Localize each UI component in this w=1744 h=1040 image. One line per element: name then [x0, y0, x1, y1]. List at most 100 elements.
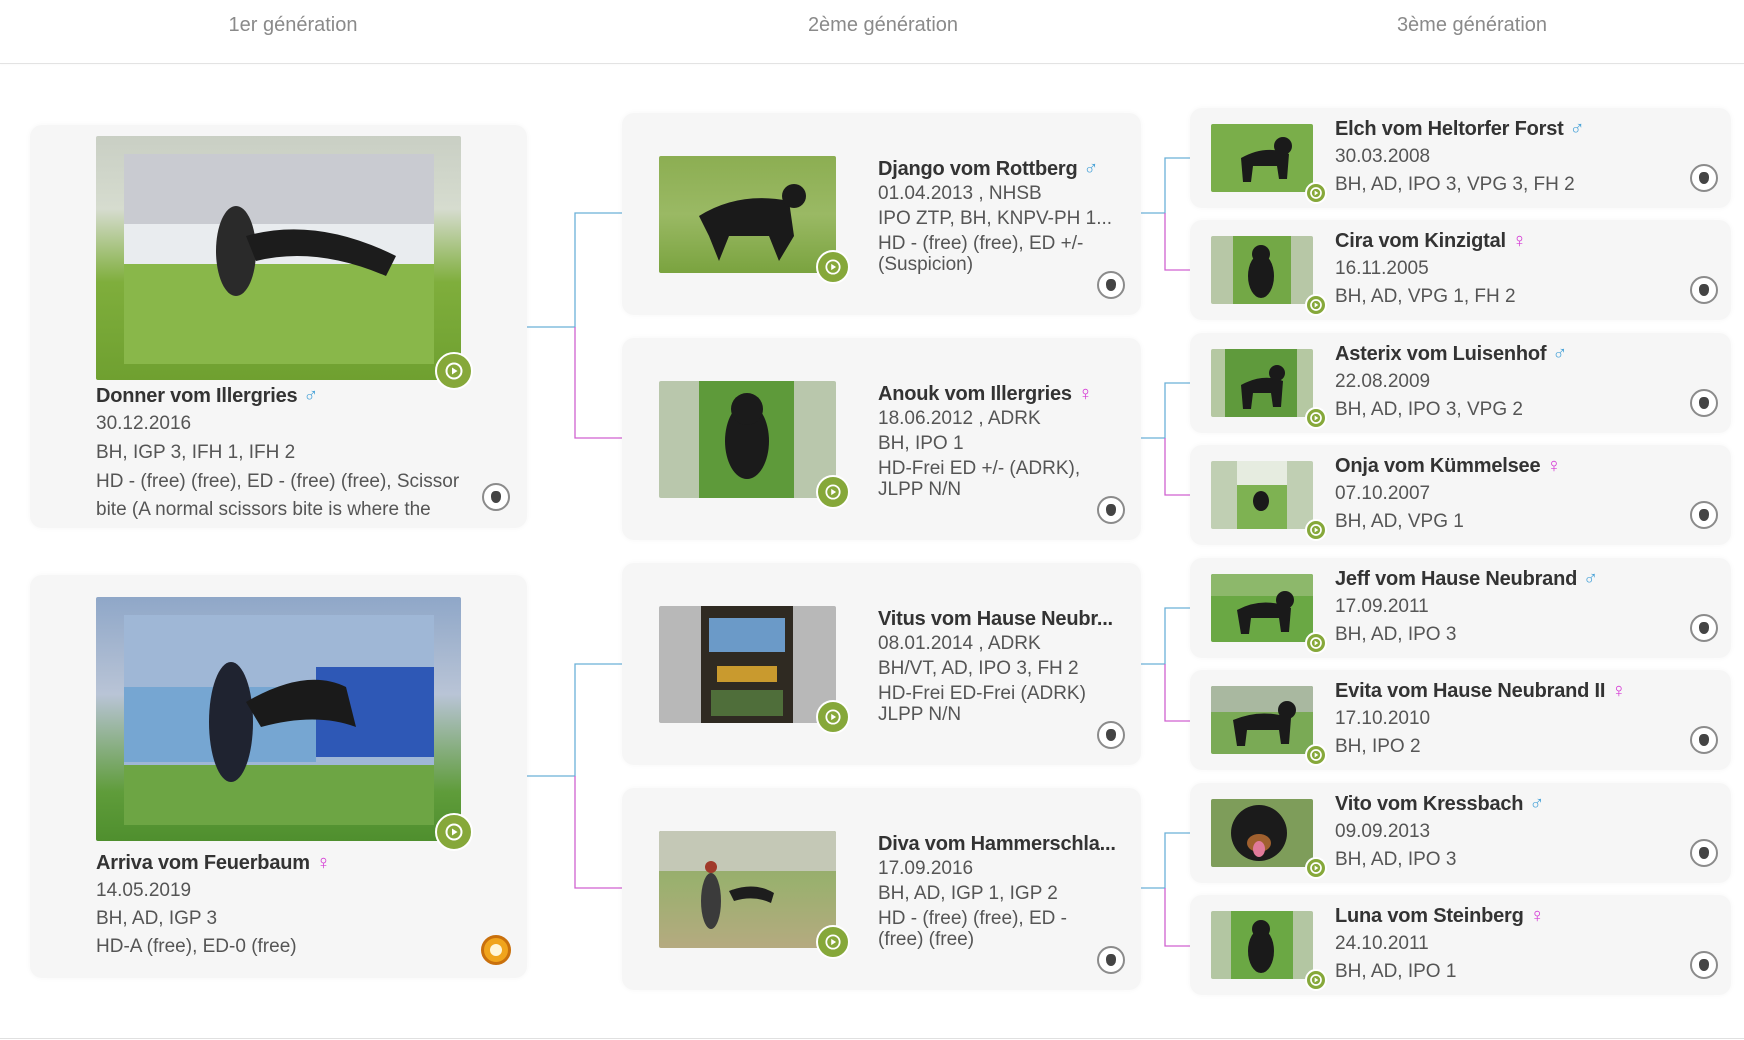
- dog-photo[interactable]: [1211, 461, 1313, 529]
- dog-photo[interactable]: [659, 381, 836, 498]
- dog-birthdate: 09.09.2013: [1335, 821, 1431, 842]
- play-video-button[interactable]: [1305, 407, 1327, 429]
- breed-club-seal-icon: [1097, 496, 1125, 524]
- dog-card-dam[interactable]: Arriva vom Feuerbaum ♀ 14.05.2019 BH, AD,…: [30, 575, 527, 978]
- dog-card-gen3-6[interactable]: Evita vom Hause Neubrand II ♀ 17.10.2010 …: [1190, 670, 1731, 770]
- dog-name[interactable]: Jeff vom Hause Neubrand ♂: [1335, 568, 1598, 591]
- dog-photo[interactable]: [1211, 124, 1313, 192]
- dog-photo[interactable]: [1211, 686, 1313, 754]
- dog-name[interactable]: Vitus vom Hause Neubr...: [878, 608, 1113, 631]
- dog-card-gen3-8[interactable]: Luna vom Steinberg ♀ 24.10.2011 BH, AD, I…: [1190, 895, 1731, 995]
- dog-titles: BH, AD, VPG 1, FH 2: [1335, 286, 1516, 307]
- dog-photo-image: [699, 381, 794, 498]
- dog-health: HD - (free) (free), ED - (free) (free), …: [96, 471, 460, 520]
- dog-card-gen3-7[interactable]: Vito vom Kressbach ♂ 09.09.2013 BH, AD, I…: [1190, 783, 1731, 883]
- dog-health: HD-A (free), ED-0 (free): [96, 936, 297, 957]
- dog-photo-image: [1233, 236, 1291, 304]
- male-icon: ♂: [303, 385, 319, 407]
- dog-birthdate: 30.03.2008: [1335, 146, 1431, 167]
- medal-icon: [481, 935, 511, 965]
- dog-photo[interactable]: [659, 156, 836, 273]
- play-video-button[interactable]: [1305, 294, 1327, 316]
- play-video-button[interactable]: [1305, 744, 1327, 766]
- dog-name[interactable]: Cira vom Kinzigtal ♀: [1335, 230, 1527, 253]
- play-video-button[interactable]: [816, 925, 850, 959]
- dog-birthdate: 16.11.2005: [1335, 258, 1429, 279]
- female-icon: ♀: [1511, 230, 1527, 252]
- play-icon: [825, 934, 841, 950]
- dog-name[interactable]: Asterix vom Luisenhof ♂: [1335, 343, 1567, 366]
- dog-photo-image: [1211, 686, 1313, 746]
- dog-name[interactable]: Evita vom Hause Neubrand II ♀: [1335, 680, 1626, 703]
- dog-photo[interactable]: [1211, 799, 1313, 867]
- play-icon: [1310, 412, 1322, 424]
- dog-card-gen3-3[interactable]: Asterix vom Luisenhof ♂ 22.08.2009 BH, AD…: [1190, 333, 1731, 433]
- dog-health: HD - (free) (free), ED - (free) (free): [878, 908, 1067, 950]
- dog-card-gen2-3[interactable]: Vitus vom Hause Neubr... 08.01.2014 , AD…: [622, 563, 1141, 765]
- play-video-button[interactable]: [435, 813, 473, 851]
- dog-titles: BH, IGP 3, IFH 1, IFH 2: [96, 442, 296, 463]
- dog-name[interactable]: Onja vom Kümmelsee ♀: [1335, 455, 1561, 478]
- dog-name[interactable]: Donner vom Illergries ♂: [96, 385, 318, 408]
- dog-titles: BH, AD, VPG 1: [1335, 511, 1464, 532]
- dog-card-gen2-4[interactable]: Diva vom Hammerschla... 17.09.2016 BH, A…: [622, 788, 1141, 990]
- dog-titles: BH, AD, IPO 3: [1335, 849, 1457, 870]
- breed-club-seal-icon: [1690, 726, 1718, 754]
- play-icon: [1310, 637, 1322, 649]
- dog-photo[interactable]: [659, 831, 836, 948]
- dog-photo[interactable]: [96, 597, 461, 841]
- play-video-button[interactable]: [1305, 969, 1327, 991]
- breed-club-seal-icon: [1097, 721, 1125, 749]
- play-video-button[interactable]: [1305, 857, 1327, 879]
- play-video-button[interactable]: [1305, 182, 1327, 204]
- dog-titles: BH, IPO 2: [1335, 736, 1421, 757]
- breed-club-seal-icon: [482, 483, 510, 511]
- dog-titles: BH, AD, IGP 3: [96, 908, 218, 929]
- dog-photo[interactable]: [1211, 349, 1313, 417]
- dog-birthdate: 30.12.2016: [96, 413, 192, 434]
- dog-name[interactable]: Luna vom Steinberg ♀: [1335, 905, 1545, 928]
- dog-card-gen3-1[interactable]: Elch vom Heltorfer Forst ♂ 30.03.2008 BH,…: [1190, 108, 1731, 208]
- dog-card-gen3-2[interactable]: Cira vom Kinzigtal ♀ 16.11.2005 BH, AD, V…: [1190, 220, 1731, 320]
- male-icon: ♂: [1583, 568, 1598, 590]
- dog-birthdate: 24.10.2011: [1335, 933, 1429, 954]
- dog-birthdate: 01.04.2013 , NHSB: [878, 183, 1042, 204]
- dog-photo[interactable]: [1211, 574, 1313, 642]
- dog-name[interactable]: Diva vom Hammerschla...: [878, 833, 1116, 856]
- male-icon: ♂: [1529, 793, 1545, 815]
- dog-photo-image: [124, 615, 434, 825]
- play-icon: [825, 484, 841, 500]
- dog-name[interactable]: Elch vom Heltorfer Forst ♂: [1335, 118, 1585, 141]
- dog-name[interactable]: Vito vom Kressbach ♂: [1335, 793, 1544, 816]
- dog-name[interactable]: Arriva vom Feuerbaum ♀: [96, 852, 331, 875]
- dog-photo[interactable]: [1211, 236, 1313, 304]
- breed-club-seal-icon: [1690, 276, 1718, 304]
- dog-photo[interactable]: [659, 606, 836, 723]
- dog-photo[interactable]: [1211, 911, 1313, 979]
- play-video-button[interactable]: [816, 700, 850, 734]
- play-video-button[interactable]: [1305, 632, 1327, 654]
- female-icon: ♀: [1611, 680, 1627, 702]
- dog-card-gen2-1[interactable]: Django vom Rottberg ♂ 01.04.2013 , NHSB I…: [622, 113, 1141, 315]
- dog-photo-image: [699, 184, 806, 261]
- play-icon: [825, 259, 841, 275]
- play-video-button[interactable]: [1305, 519, 1327, 541]
- dog-name[interactable]: Django vom Rottberg ♂: [878, 158, 1099, 181]
- dog-titles: BH, AD, IPO 3: [1335, 624, 1457, 645]
- male-icon: ♂: [1552, 343, 1568, 365]
- dog-photo[interactable]: [96, 136, 461, 380]
- dog-titles: IPO ZTP, BH, KNPV-PH 1...: [878, 208, 1113, 229]
- play-icon: [1310, 974, 1322, 986]
- dog-card-gen3-4[interactable]: Onja vom Kümmelsee ♀ 07.10.2007 BH, AD, V…: [1190, 445, 1731, 545]
- dog-card-gen3-5[interactable]: Jeff vom Hause Neubrand ♂ 17.09.2011 BH, …: [1190, 558, 1731, 658]
- dog-card-sire[interactable]: Donner vom Illergries ♂ 30.12.2016 BH, IG…: [30, 125, 527, 528]
- dog-name[interactable]: Anouk vom Illergries ♀: [878, 383, 1093, 406]
- play-video-button[interactable]: [435, 352, 473, 390]
- dog-card-gen2-2[interactable]: Anouk vom Illergries ♀ 18.06.2012 , ADRK …: [622, 338, 1141, 540]
- play-video-button[interactable]: [816, 250, 850, 284]
- dog-birthdate: 17.09.2016: [878, 858, 974, 879]
- play-video-button[interactable]: [816, 475, 850, 509]
- male-icon: ♂: [1083, 158, 1099, 180]
- dog-photo-image: [124, 154, 434, 364]
- dog-titles: BH, AD, IPO 1: [1335, 961, 1457, 982]
